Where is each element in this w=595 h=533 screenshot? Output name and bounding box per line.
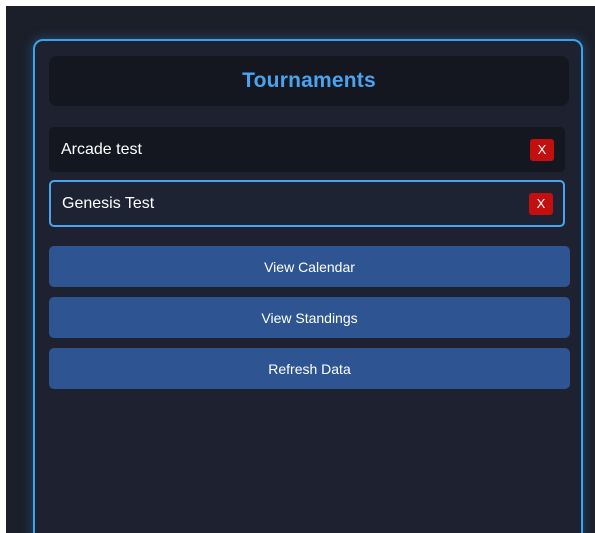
delete-tournament-button[interactable]: X — [529, 192, 553, 215]
tournaments-panel: Tournaments Arcade test X Genesis Test X… — [33, 39, 583, 533]
tournament-item-genesis-test[interactable]: Genesis Test X — [49, 180, 565, 227]
app-background: Tournaments Arcade test X Genesis Test X… — [6, 6, 595, 533]
panel-header: Tournaments — [49, 56, 569, 106]
tournament-item-label: Arcade test — [61, 140, 142, 158]
delete-tournament-button[interactable]: X — [530, 138, 554, 161]
refresh-data-button[interactable]: Refresh Data — [49, 348, 570, 389]
tournament-item-arcade-test[interactable]: Arcade test X — [49, 127, 565, 172]
view-standings-button[interactable]: View Standings — [49, 297, 570, 338]
panel-title: Tournaments — [242, 69, 376, 92]
view-calendar-button[interactable]: View Calendar — [49, 246, 570, 287]
tournament-item-label: Genesis Test — [62, 194, 155, 212]
